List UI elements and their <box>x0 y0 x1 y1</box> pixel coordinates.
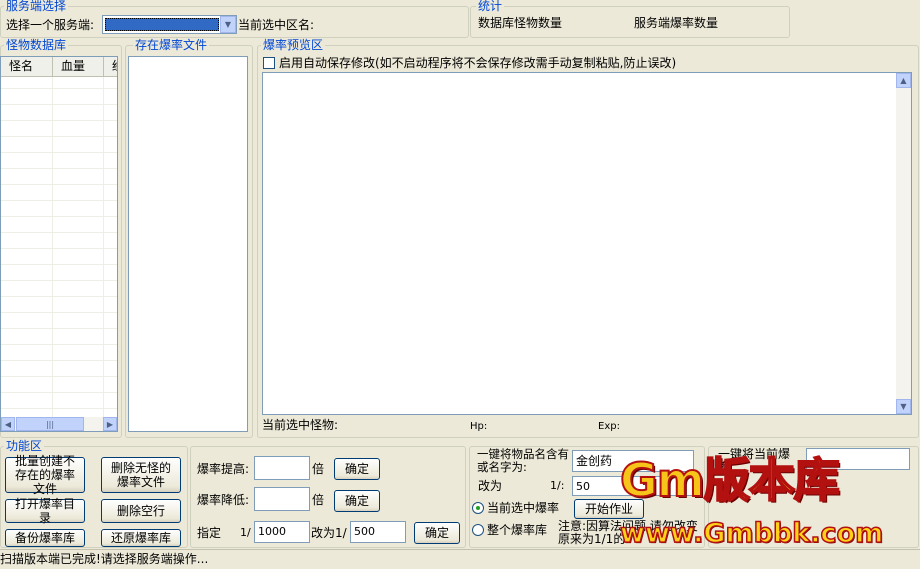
delete-empty-button[interactable]: 删除空行 <box>101 499 181 523</box>
column-header-name[interactable]: 怪名 <box>1 57 53 76</box>
grid-column-line <box>52 77 53 417</box>
current-zone-label: 当前选中区名: <box>238 18 315 32</box>
radio-all-rates-label: 整个爆率库 <box>487 523 548 537</box>
exp-label: Exp: <box>598 421 620 432</box>
scroll-right-icon[interactable]: ▶ <box>103 417 117 431</box>
rate-lower-label: 爆率降低: <box>197 493 250 507</box>
replace-label: 一键将物品名含有或名字为: <box>477 447 569 474</box>
status-bar: 扫描版本端已完成!请选择服务端操作... <box>0 549 920 569</box>
lower-confirm-button[interactable]: 确定 <box>334 490 380 512</box>
specify-confirm-button[interactable]: 确定 <box>414 522 460 544</box>
replace-one-over-label: 1/: <box>550 479 565 492</box>
preview-vscrollbar[interactable]: ▲ ▼ <box>896 73 911 414</box>
one-over-label: 1/ <box>240 526 251 539</box>
scroll-left-icon[interactable]: ◀ <box>1 417 15 431</box>
specify-label: 指定 <box>197 526 222 540</box>
raise-confirm-button[interactable]: 确定 <box>334 458 380 480</box>
change-to-input[interactable]: 500 <box>350 521 406 543</box>
server-dropdown-value <box>105 18 219 31</box>
server-dropdown[interactable]: ▼ <box>102 15 237 34</box>
monster-db-table[interactable]: 怪名 血量 经 ◀ ||| ▶ <box>0 56 118 432</box>
function-group-title: 功能区 <box>4 439 45 453</box>
column-header-hp[interactable]: 血量 <box>53 57 104 76</box>
radio-current-rate[interactable] <box>472 502 484 514</box>
rate-raise-label: 爆率提高: <box>197 462 250 476</box>
delete-no-monster-button[interactable]: 删除无怪的爆率文件 <box>101 457 181 493</box>
scroll-thumb[interactable]: ||| <box>16 417 84 431</box>
hp-label: Hp: <box>470 421 488 432</box>
preview-group-title: 爆率预览区 <box>261 38 326 52</box>
server-select-label: 选择一个服务端: <box>6 18 95 32</box>
monster-db-hscrollbar[interactable]: ◀ ||| ▶ <box>1 417 117 431</box>
grid-column-line <box>103 77 104 417</box>
status-text: 扫描版本端已完成!请选择服务端操作... <box>0 552 209 566</box>
watermark-url: www.Gmbbk.com <box>619 517 884 550</box>
current-monster-label: 当前选中怪物: <box>262 418 339 432</box>
autosave-checkbox[interactable] <box>263 57 275 69</box>
restore-button[interactable]: 还原爆率库 <box>101 529 181 547</box>
specify-input[interactable]: 1000 <box>254 521 310 543</box>
change-to-label: 改为1/ <box>311 526 347 540</box>
server-select-group-title: 服务端选择 <box>4 0 69 13</box>
server-rate-count-label: 服务端爆率数量 <box>634 16 719 30</box>
rate-files-group-title: 存在爆率文件 <box>133 38 210 52</box>
rate-raise-input[interactable] <box>254 456 310 480</box>
stats-group-title: 统计 <box>476 0 505 13</box>
watermark-logo: Gm版本库 <box>619 453 841 507</box>
monster-db-group-title: 怪物数据库 <box>4 38 69 52</box>
replace-change-to-label: 改为 <box>478 479 503 493</box>
radio-all-rates[interactable] <box>472 524 484 536</box>
scroll-down-icon[interactable]: ▼ <box>896 399 911 414</box>
batch-create-button[interactable]: 批量创建不存在的爆率文件 <box>5 454 85 496</box>
scroll-up-icon[interactable]: ▲ <box>896 73 911 88</box>
column-header-exp[interactable]: 经 <box>104 57 117 76</box>
rate-files-list[interactable] <box>128 56 248 432</box>
preview-textarea[interactable]: ▲ ▼ <box>262 72 912 415</box>
autosave-label: 启用自动保存修改(如不启动程序将不会保存修改需手动复制粘贴,防止误改) <box>279 56 677 70</box>
db-monster-count-label: 数据库怪物数量 <box>478 16 563 30</box>
chevron-down-icon[interactable]: ▼ <box>220 16 236 33</box>
rate-lower-input[interactable] <box>254 487 310 511</box>
backup-button[interactable]: 备份爆率库 <box>5 529 85 547</box>
times-label: 倍 <box>312 493 325 507</box>
open-rate-dir-button[interactable]: 打开爆率目录 <box>5 497 85 525</box>
radio-current-rate-label: 当前选中爆率 <box>487 501 560 515</box>
times-label: 倍 <box>312 462 325 476</box>
